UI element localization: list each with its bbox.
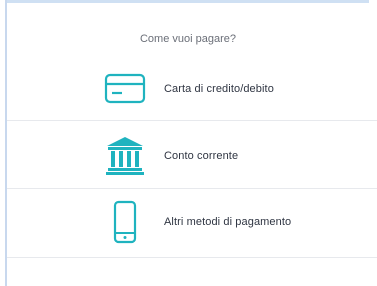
payment-option-credit-card[interactable]: Carta di credito/debito — [7, 60, 377, 124]
divider — [7, 120, 377, 121]
payment-option-label: Conto corrente — [164, 150, 239, 162]
bank-icon — [102, 133, 148, 179]
divider — [7, 188, 377, 189]
payment-method-panel: Come vuoi pagare? Carta di credito/debit… — [7, 3, 377, 286]
credit-card-icon — [102, 66, 148, 112]
divider — [7, 257, 377, 258]
payment-option-label: Carta di credito/debito — [164, 83, 274, 95]
page-title: Come vuoi pagare? — [139, 33, 236, 45]
payment-option-label: Altri metodi di pagamento — [164, 216, 292, 228]
smartphone-icon — [102, 199, 148, 245]
payment-option-bank-account[interactable]: Conto corrente — [7, 127, 377, 191]
payment-option-other-methods[interactable]: Altri metodi di pagamento — [7, 193, 377, 257]
